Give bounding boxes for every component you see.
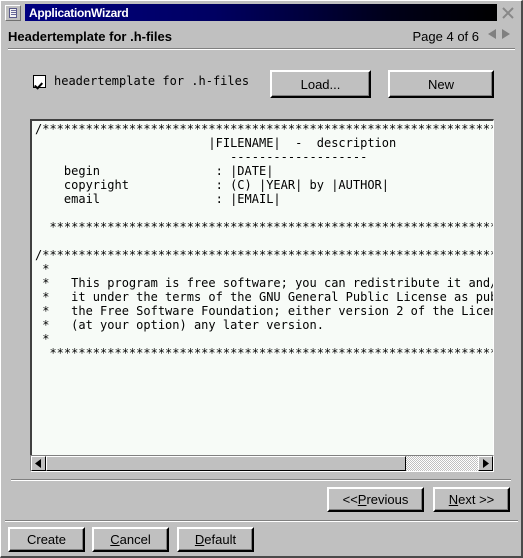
scroll-left-arrow-icon[interactable] [31, 456, 46, 471]
page-nav-arrows [487, 27, 511, 45]
scrollbar-thumb[interactable] [46, 456, 406, 471]
document-icon[interactable] [5, 4, 21, 21]
application-window: ApplicationWizard Headertemplate for .h-… [0, 0, 523, 558]
headertemplate-checkbox-label: headertemplate for .h-files [54, 74, 250, 88]
default-button-suffix: efault [204, 532, 237, 547]
default-button[interactable]: Default [177, 527, 254, 552]
next-button-suffix: ext >> [458, 492, 495, 507]
cancel-button[interactable]: Cancel [92, 527, 169, 552]
next-button-mnemonic: N [448, 492, 459, 507]
new-button[interactable]: New [388, 70, 494, 98]
header-divider [8, 48, 515, 50]
page-title: Headertemplate for .h-files [8, 28, 172, 44]
page-counter: Page 4 of 6 [412, 28, 480, 44]
nav-divider [11, 479, 511, 481]
template-text-editor[interactable]: /***************************************… [30, 119, 494, 470]
previous-button-suffix: revious [366, 492, 409, 507]
scroll-right-arrow-icon[interactable] [478, 456, 493, 471]
load-button[interactable]: Load... [270, 70, 371, 98]
scrollbar-trough[interactable] [46, 456, 478, 471]
create-button[interactable]: Create [8, 527, 85, 552]
cancel-button-mnemonic: C [110, 532, 120, 547]
triangle-right-icon[interactable] [500, 27, 511, 45]
default-button-mnemonic: D [194, 532, 205, 547]
headertemplate-checkbox[interactable] [33, 74, 46, 88]
title-bar: ApplicationWizard [3, 3, 518, 22]
previous-button-prefix: << [342, 492, 358, 507]
next-button[interactable]: Next >> [433, 487, 510, 512]
footer-divider [5, 520, 518, 522]
triangle-left-icon[interactable] [487, 27, 498, 45]
title-strip[interactable]: ApplicationWizard [25, 4, 497, 21]
previous-button-mnemonic: P [357, 492, 367, 507]
editor-horizontal-scrollbar[interactable] [30, 455, 494, 472]
close-x-icon[interactable] [499, 4, 517, 22]
headertemplate-checkbox-row[interactable]: headertemplate for .h-files [33, 74, 249, 88]
page-header: Headertemplate for .h-files Page 4 of 6 [8, 26, 513, 46]
previous-button[interactable]: << Previous [327, 487, 424, 512]
window-title: ApplicationWizard [29, 5, 129, 20]
template-text-content: /***************************************… [35, 122, 494, 360]
cancel-button-suffix: ancel [119, 532, 151, 547]
